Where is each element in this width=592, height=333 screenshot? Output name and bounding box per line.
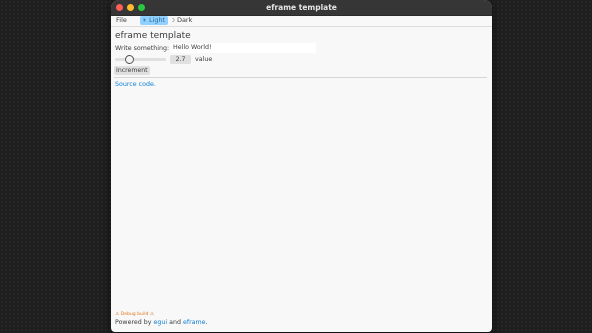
powered-by-footer: Powered by egui and eframe. xyxy=(115,319,208,326)
period-text: . xyxy=(205,319,208,326)
app-window: eframe template File ☀ Light ☽ Dark eframe… xyxy=(111,0,492,332)
sun-icon: ☀ xyxy=(142,18,147,24)
slider-value-field[interactable]: 2.7 xyxy=(170,55,191,64)
page-heading: eframe template xyxy=(115,31,191,41)
theme-dark-button[interactable]: ☽ Dark xyxy=(170,16,192,26)
and-text: and xyxy=(167,319,183,326)
write-something-label: Write something: xyxy=(115,45,170,52)
separator xyxy=(114,77,487,78)
debug-build-warning: ⚠ Debug build ⚠ xyxy=(115,312,155,317)
menu-bar: File ☀ Light ☽ Dark xyxy=(111,15,492,27)
theme-light-button[interactable]: ☀ Light xyxy=(140,16,169,25)
powered-by-text: Powered by xyxy=(115,319,154,326)
slider-value-label: value xyxy=(195,56,213,63)
theme-light-label: Light xyxy=(148,16,166,24)
title-bar: eframe template xyxy=(111,0,492,16)
slider-track[interactable] xyxy=(115,58,166,61)
moon-icon: ☽ xyxy=(170,18,175,24)
window-title: eframe template xyxy=(266,3,337,12)
source-code-link[interactable]: Source code. xyxy=(115,81,156,88)
egui-link[interactable]: egui xyxy=(154,319,168,326)
increment-button[interactable]: Increment xyxy=(114,66,150,75)
menu-file[interactable]: File xyxy=(116,16,127,24)
slider-handle[interactable] xyxy=(125,55,134,64)
theme-dark-label: Dark xyxy=(176,16,193,24)
text-input[interactable]: Hello World! xyxy=(170,43,316,53)
eframe-link[interactable]: eframe xyxy=(183,319,206,326)
